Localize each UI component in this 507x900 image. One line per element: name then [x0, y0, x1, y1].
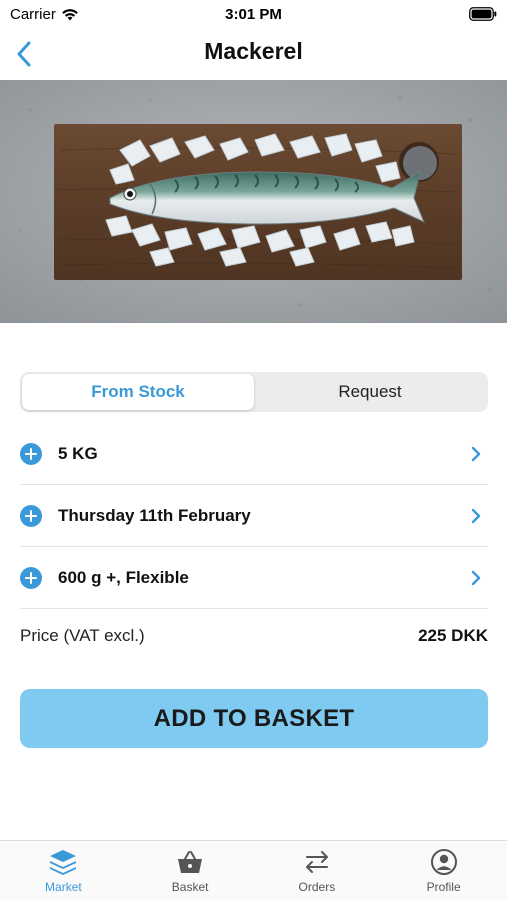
status-time: 3:01 PM	[225, 6, 282, 23]
segment-from-stock[interactable]: From Stock	[22, 374, 254, 410]
tab-market[interactable]: Market	[0, 841, 127, 900]
plus-circle-icon	[20, 504, 42, 527]
page-title: Mackerel	[204, 38, 303, 64]
tab-label: Basket	[171, 880, 209, 894]
option-label: Thursday 11th February	[58, 505, 251, 525]
tab-orders[interactable]: Orders	[254, 841, 381, 900]
basket-icon	[176, 847, 204, 877]
person-circle-icon	[430, 847, 458, 877]
option-row-quantity[interactable]: 5 KG	[20, 423, 488, 485]
chevron-right-icon	[464, 508, 488, 524]
swap-arrows-icon	[303, 847, 331, 877]
tab-profile[interactable]: Profile	[380, 841, 507, 900]
tab-label: Orders	[298, 880, 336, 894]
plus-circle-icon	[20, 442, 42, 465]
nav-bar: Mackerel	[0, 30, 507, 78]
tab-bar: Market Basket Orders Profile	[0, 840, 507, 900]
price-value: 225 DKK	[418, 626, 488, 645]
options-list: 5 KG Thursday 11th February 600 g +, Fle…	[20, 423, 488, 609]
option-label: 600 g +, Flexible	[58, 567, 189, 587]
price-row: Price (VAT excl.) 225 DKK	[20, 618, 488, 654]
option-row-date[interactable]: Thursday 11th February	[20, 485, 488, 547]
option-row-size[interactable]: 600 g +, Flexible	[20, 547, 488, 609]
status-bar: Carrier 3:01 PM	[0, 0, 507, 30]
add-to-basket-button[interactable]: ADD TO BASKET	[20, 689, 488, 748]
segment-request[interactable]: Request	[254, 374, 486, 410]
layers-icon	[48, 847, 78, 877]
option-label: 5 KG	[58, 443, 98, 463]
chevron-right-icon	[464, 570, 488, 586]
tab-label: Profile	[426, 880, 461, 894]
chevron-right-icon	[464, 446, 488, 462]
mackerel-photo	[0, 80, 507, 323]
product-image	[0, 80, 507, 323]
plus-circle-icon	[20, 566, 42, 589]
battery-icon	[469, 7, 497, 21]
tab-basket[interactable]: Basket	[127, 841, 254, 900]
stock-request-toggle: From Stock Request	[20, 372, 488, 412]
price-label: Price (VAT excl.)	[20, 626, 145, 645]
tab-label: Market	[45, 880, 82, 894]
